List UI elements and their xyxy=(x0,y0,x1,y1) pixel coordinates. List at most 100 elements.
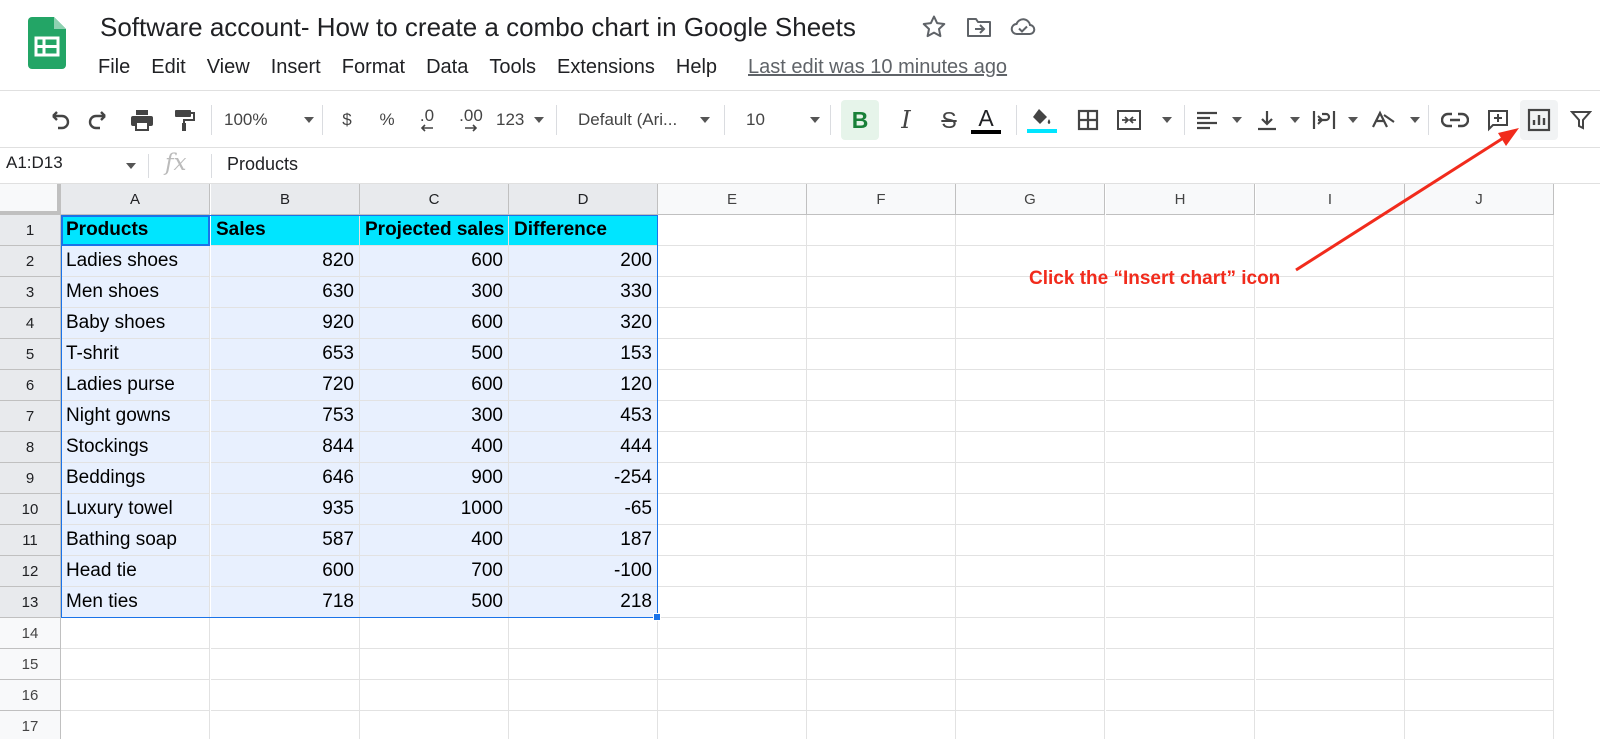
product-cell[interactable]: Beddings xyxy=(61,463,210,494)
empty-cell[interactable] xyxy=(1405,711,1554,739)
number-cell[interactable]: 400 xyxy=(360,525,509,556)
menu-help[interactable]: Help xyxy=(676,56,717,79)
empty-cell[interactable] xyxy=(1256,463,1405,494)
empty-cell[interactable] xyxy=(1256,308,1405,339)
number-cell[interactable]: -254 xyxy=(509,463,658,494)
empty-cell[interactable] xyxy=(658,277,807,308)
number-cell[interactable]: 630 xyxy=(211,277,360,308)
vertical-align-button[interactable] xyxy=(1256,91,1300,149)
empty-cell[interactable] xyxy=(211,711,360,739)
number-cell[interactable]: 753 xyxy=(211,401,360,432)
empty-cell[interactable] xyxy=(956,215,1105,246)
header-cell[interactable]: Projected sales xyxy=(360,215,509,246)
menu-tools[interactable]: Tools xyxy=(489,56,536,79)
borders-button[interactable] xyxy=(1072,91,1104,149)
column-header-g[interactable]: G xyxy=(956,184,1105,215)
empty-cell[interactable] xyxy=(1106,587,1255,618)
header-cell[interactable]: Difference xyxy=(509,215,658,246)
insert-link-button[interactable] xyxy=(1438,91,1472,149)
row-header-6[interactable]: 6 xyxy=(0,370,61,401)
row-header-16[interactable]: 16 xyxy=(0,680,61,711)
empty-cell[interactable] xyxy=(1256,401,1405,432)
number-cell[interactable]: 653 xyxy=(211,339,360,370)
menu-extensions[interactable]: Extensions xyxy=(557,56,655,79)
product-cell[interactable]: Stockings xyxy=(61,432,210,463)
empty-cell[interactable] xyxy=(807,215,956,246)
empty-cell[interactable] xyxy=(1405,649,1554,680)
zoom-select[interactable]: 100% xyxy=(224,91,314,149)
product-cell[interactable]: Men ties xyxy=(61,587,210,618)
empty-cell[interactable] xyxy=(956,587,1105,618)
empty-cell[interactable] xyxy=(658,680,807,711)
column-header-a[interactable]: A xyxy=(61,184,210,215)
row-header-14[interactable]: 14 xyxy=(0,618,61,649)
number-cell[interactable]: 320 xyxy=(509,308,658,339)
column-header-h[interactable]: H xyxy=(1106,184,1255,215)
percent-format-button[interactable]: % xyxy=(374,91,400,149)
empty-cell[interactable] xyxy=(61,680,210,711)
empty-cell[interactable] xyxy=(211,618,360,649)
row-header-8[interactable]: 8 xyxy=(0,432,61,463)
empty-cell[interactable] xyxy=(658,339,807,370)
number-cell[interactable]: 646 xyxy=(211,463,360,494)
row-header-3[interactable]: 3 xyxy=(0,277,61,308)
empty-cell[interactable] xyxy=(807,525,956,556)
number-cell[interactable]: 500 xyxy=(360,587,509,618)
number-cell[interactable]: 200 xyxy=(509,246,658,277)
currency-format-button[interactable]: $ xyxy=(334,91,360,149)
empty-cell[interactable] xyxy=(1405,370,1554,401)
empty-cell[interactable] xyxy=(807,494,956,525)
empty-cell[interactable] xyxy=(1106,525,1255,556)
number-cell[interactable]: 600 xyxy=(360,246,509,277)
empty-cell[interactable] xyxy=(807,370,956,401)
more-formats-button[interactable]: 123 xyxy=(496,91,544,149)
empty-cell[interactable] xyxy=(1256,711,1405,739)
select-all-corner[interactable] xyxy=(0,184,61,215)
empty-cell[interactable] xyxy=(360,711,509,739)
number-cell[interactable]: 600 xyxy=(360,308,509,339)
empty-cell[interactable] xyxy=(1256,618,1405,649)
empty-cell[interactable] xyxy=(1106,339,1255,370)
font-size-select[interactable]: 10 xyxy=(746,91,820,149)
text-rotation-button[interactable] xyxy=(1370,91,1420,149)
number-cell[interactable]: 1000 xyxy=(360,494,509,525)
empty-cell[interactable] xyxy=(956,525,1105,556)
merge-cells-button[interactable] xyxy=(1116,91,1172,149)
empty-cell[interactable] xyxy=(658,494,807,525)
number-cell[interactable]: 820 xyxy=(211,246,360,277)
empty-cell[interactable] xyxy=(807,401,956,432)
empty-cell[interactable] xyxy=(807,308,956,339)
empty-cell[interactable] xyxy=(956,432,1105,463)
empty-cell[interactable] xyxy=(360,680,509,711)
empty-cell[interactable] xyxy=(658,215,807,246)
empty-cell[interactable] xyxy=(658,401,807,432)
number-cell[interactable]: 700 xyxy=(360,556,509,587)
empty-cell[interactable] xyxy=(807,246,956,277)
empty-cell[interactable] xyxy=(807,680,956,711)
number-cell[interactable]: 718 xyxy=(211,587,360,618)
empty-cell[interactable] xyxy=(1256,680,1405,711)
fill-color-button[interactable] xyxy=(1024,91,1060,149)
star-icon[interactable] xyxy=(921,14,947,40)
paint-format-button[interactable] xyxy=(168,91,200,149)
number-cell[interactable]: 844 xyxy=(211,432,360,463)
empty-cell[interactable] xyxy=(956,370,1105,401)
empty-cell[interactable] xyxy=(360,649,509,680)
number-cell[interactable]: 600 xyxy=(360,370,509,401)
empty-cell[interactable] xyxy=(509,680,658,711)
row-header-15[interactable]: 15 xyxy=(0,649,61,680)
empty-cell[interactable] xyxy=(509,618,658,649)
column-header-e[interactable]: E xyxy=(658,184,807,215)
empty-cell[interactable] xyxy=(1106,308,1255,339)
fill-handle[interactable] xyxy=(653,613,661,621)
last-edit-link[interactable]: Last edit was 10 minutes ago xyxy=(748,56,1007,79)
product-cell[interactable]: Head tie xyxy=(61,556,210,587)
product-cell[interactable]: Ladies shoes xyxy=(61,246,210,277)
empty-cell[interactable] xyxy=(509,649,658,680)
menu-file[interactable]: File xyxy=(98,56,130,79)
empty-cell[interactable] xyxy=(658,525,807,556)
empty-cell[interactable] xyxy=(1106,463,1255,494)
empty-cell[interactable] xyxy=(211,649,360,680)
column-header-j[interactable]: J xyxy=(1405,184,1554,215)
empty-cell[interactable] xyxy=(956,494,1105,525)
